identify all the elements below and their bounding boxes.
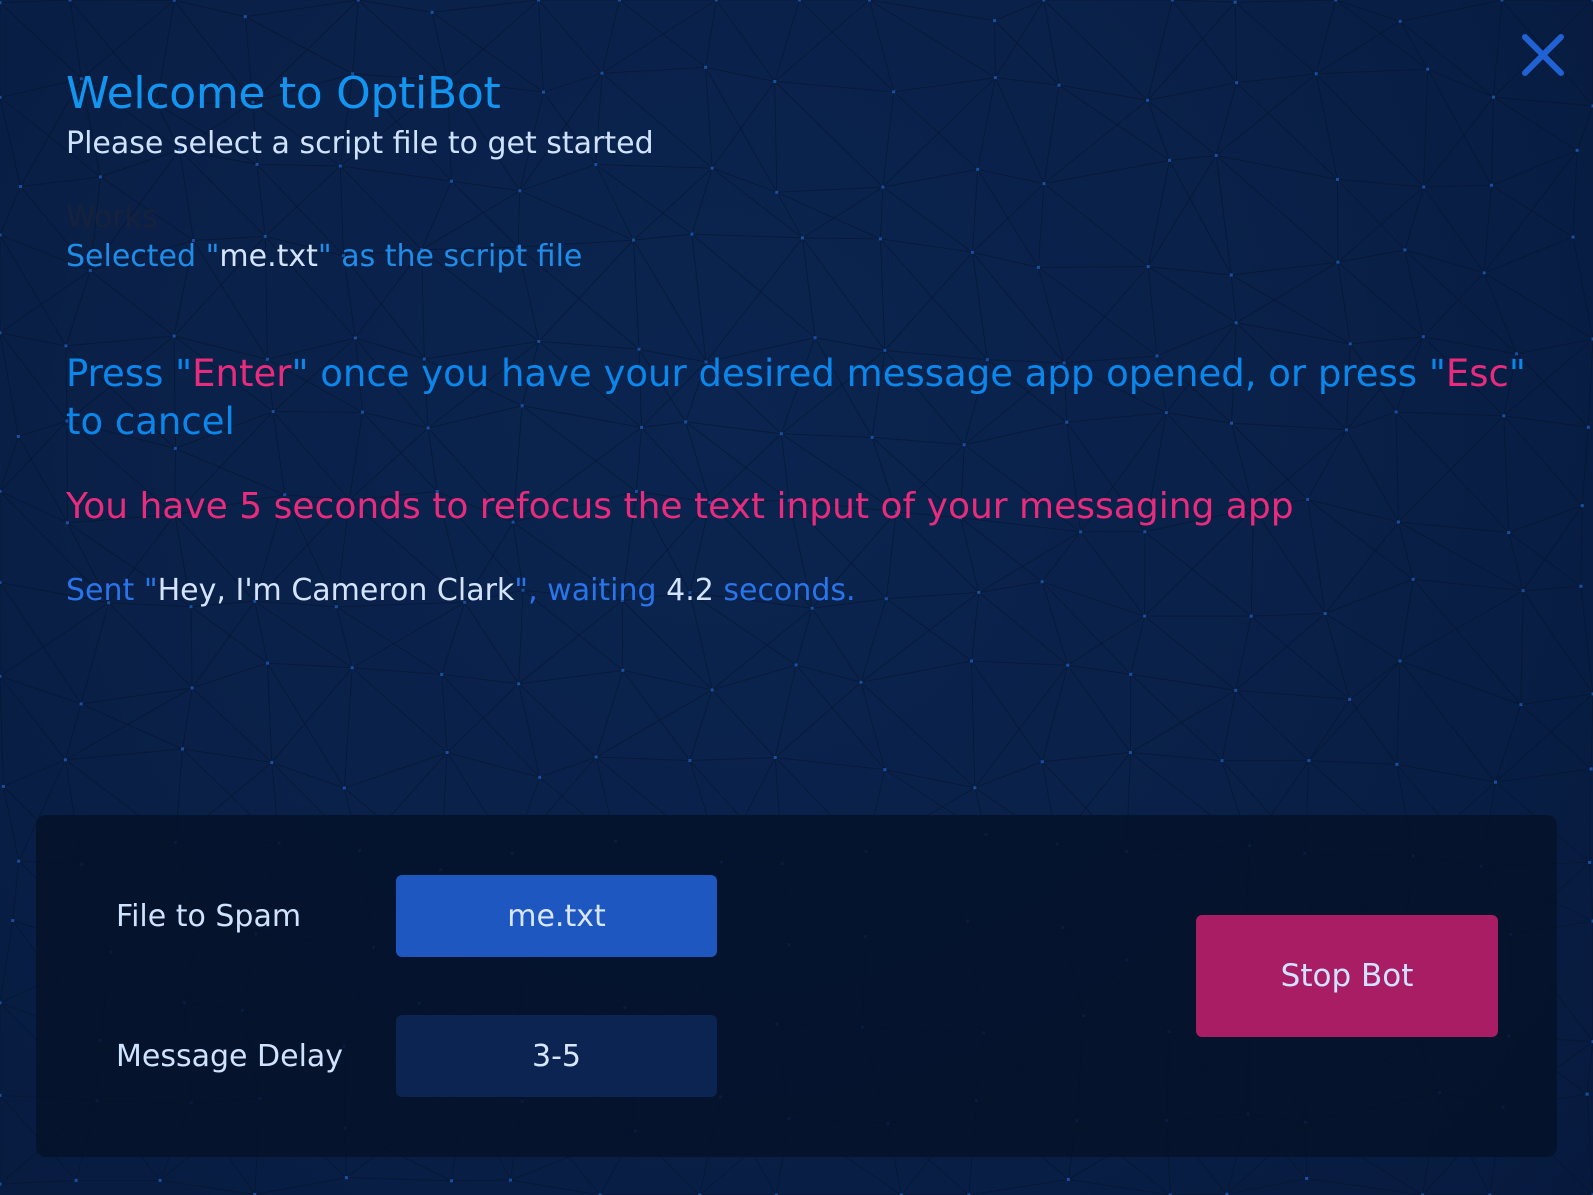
bot-control-panel: File to Spam me.txt Message Delay 3-5 St… xyxy=(36,815,1557,1157)
works-status-text: Works xyxy=(66,200,158,235)
waiting-text: ", waiting xyxy=(514,573,667,608)
main-content: Welcome to OptiBot Please select a scrip… xyxy=(0,0,1593,1195)
seconds-suffix: seconds. xyxy=(713,573,856,608)
optibot-window: Welcome to OptiBot Please select a scrip… xyxy=(0,0,1593,1195)
selected-suffix: " as the script file xyxy=(317,239,583,274)
esc-key-label: Esc xyxy=(1445,352,1509,395)
enter-instruction: Press "Enter" once you have your desired… xyxy=(66,350,1536,446)
wait-seconds-value: 4.2 xyxy=(666,573,714,608)
refocus-warning: You have 5 seconds to refocus the text i… xyxy=(66,486,1294,527)
message-delay-label: Message Delay xyxy=(116,1039,344,1074)
stop-bot-button[interactable]: Stop Bot xyxy=(1196,915,1498,1037)
page-subtitle: Please select a script file to get start… xyxy=(66,126,654,161)
file-to-spam-label: File to Spam xyxy=(116,899,302,934)
prompt-part-two: " once you have your desired message app… xyxy=(291,352,1446,395)
sent-message-text: Hey, I'm Cameron Clark xyxy=(157,573,515,608)
page-title: Welcome to OptiBot xyxy=(66,68,501,119)
sent-prefix: Sent " xyxy=(66,573,158,608)
prompt-part-one: Press " xyxy=(66,352,193,395)
close-icon[interactable] xyxy=(1520,32,1566,78)
enter-key-label: Enter xyxy=(192,352,292,395)
sent-status-message: Sent "Hey, I'm Cameron Clark", waiting 4… xyxy=(66,571,856,611)
message-delay-field[interactable]: 3-5 xyxy=(396,1015,717,1097)
file-to-spam-button[interactable]: me.txt xyxy=(396,875,717,957)
selected-prefix: Selected " xyxy=(66,239,220,274)
selected-filename: me.txt xyxy=(219,239,318,274)
selected-script-message: Selected "me.txt" as the script file xyxy=(66,237,582,277)
